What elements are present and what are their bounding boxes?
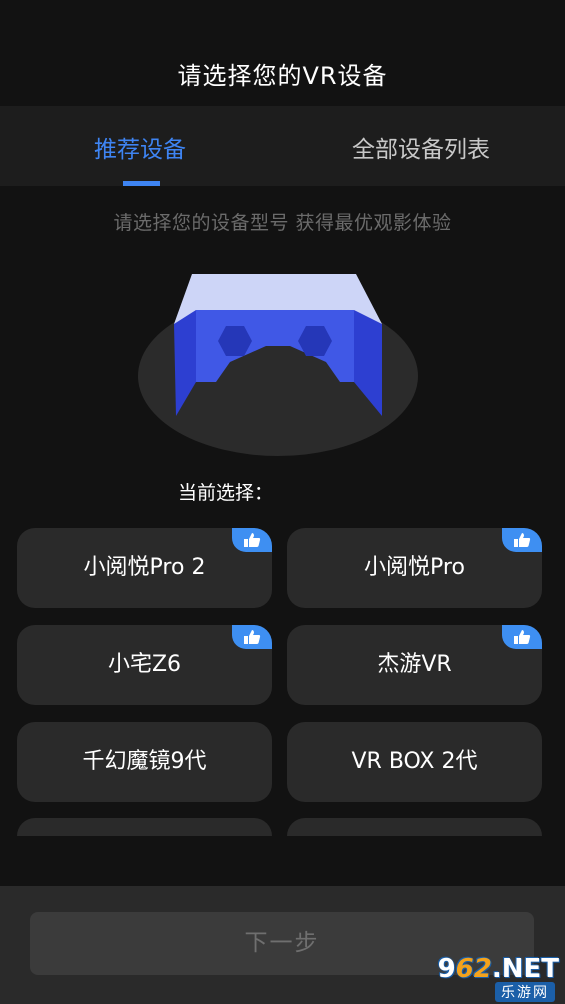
watermark-number: 62: [455, 954, 492, 984]
thumbs-up-icon: [244, 533, 261, 547]
recommended-badge: [502, 528, 542, 552]
watermark-logo: 962.NET 乐游网: [423, 954, 559, 1002]
device-name: [17, 818, 272, 836]
recommended-badge: [232, 528, 272, 552]
device-name: VR BOX 2代: [351, 749, 478, 774]
device-card-qianhuan-mojing-9[interactable]: 千幻魔镜9代: [17, 722, 272, 802]
device-card-xiaoyueyue-pro-2[interactable]: 小阅悦Pro 2: [17, 528, 272, 608]
thumbs-up-icon: [514, 533, 531, 547]
recommended-badge: [232, 625, 272, 649]
header: 请选择您的VR设备: [0, 0, 565, 106]
active-tab-indicator: [123, 181, 160, 186]
device-grid: 小阅悦Pro 2 小阅悦Pro 小宅Z6 杰游VR 千幻魔镜9代 VR BOX …: [0, 528, 565, 836]
subtitle: 请选择您的设备型号 获得最优观影体验: [113, 212, 452, 234]
watermark-sub-text: 乐游网: [495, 982, 555, 1002]
watermark-prefix: 9: [437, 954, 456, 984]
recommended-badge: [502, 625, 542, 649]
vr-headset-illustration: [138, 274, 418, 456]
thumbs-up-icon: [244, 630, 261, 644]
device-card-xiaozhai-z6[interactable]: 小宅Z6: [17, 625, 272, 705]
current-selection-label: 当前选择：: [178, 482, 274, 504]
page-title: 请选择您的VR设备: [177, 62, 388, 90]
device-card-xiaoyueyue-pro[interactable]: 小阅悦Pro: [287, 528, 542, 608]
device-name: [287, 818, 542, 836]
device-card-partial[interactable]: [287, 818, 542, 836]
device-card-partial[interactable]: [17, 818, 272, 836]
watermark-suffix: .NET: [491, 954, 559, 984]
tab-all-devices[interactable]: 全部设备列表: [352, 130, 490, 164]
device-card-jieyou-vr[interactable]: 杰游VR: [287, 625, 542, 705]
tab-bar: 推荐设备 全部设备列表: [0, 106, 565, 186]
thumbs-up-icon: [514, 630, 531, 644]
device-card-vr-box-2[interactable]: VR BOX 2代: [287, 722, 542, 802]
tab-recommended-devices[interactable]: 推荐设备: [94, 130, 186, 164]
device-name: 千幻魔镜9代: [82, 749, 207, 774]
watermark-main-text: 962.NET: [438, 954, 559, 984]
